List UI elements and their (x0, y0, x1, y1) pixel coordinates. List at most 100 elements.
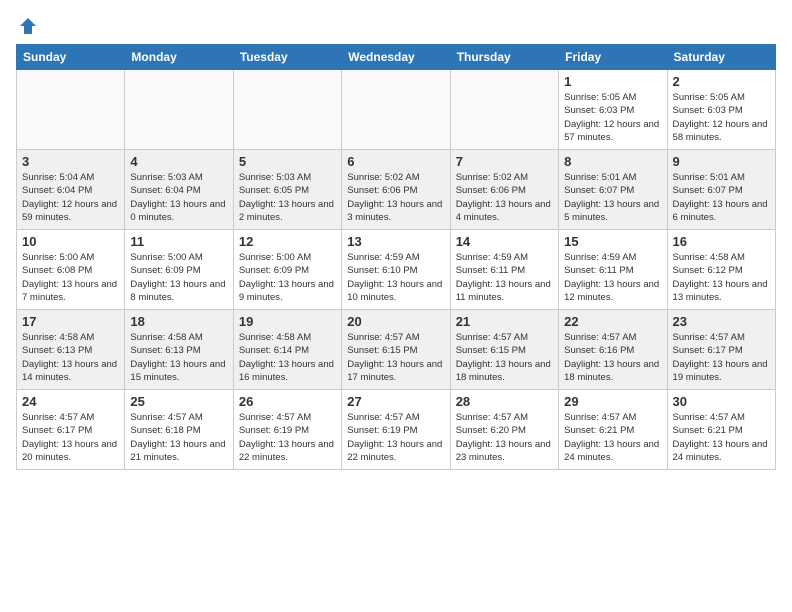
day-number: 19 (239, 314, 336, 329)
day-info: Sunrise: 4:57 AM Sunset: 6:21 PM Dayligh… (564, 411, 661, 464)
day-info: Sunrise: 4:57 AM Sunset: 6:18 PM Dayligh… (130, 411, 227, 464)
calendar-cell: 8 Sunrise: 5:01 AM Sunset: 6:07 PM Daylig… (559, 150, 667, 230)
day-info: Sunrise: 4:57 AM Sunset: 6:17 PM Dayligh… (22, 411, 119, 464)
calendar-cell: 23 Sunrise: 4:57 AM Sunset: 6:17 PM Dayli… (667, 310, 775, 390)
calendar-cell: 2Sunrise: 5:05 AM Sunset: 6:03 PM Daylig… (667, 70, 775, 150)
day-number: 21 (456, 314, 553, 329)
day-info: Sunrise: 5:04 AM Sunset: 6:04 PM Dayligh… (22, 171, 119, 224)
calendar-header-sunday: Sunday (17, 45, 125, 70)
day-info: Sunrise: 4:57 AM Sunset: 6:15 PM Dayligh… (456, 331, 553, 384)
day-number: 7 (456, 154, 553, 169)
day-info: Sunrise: 5:01 AM Sunset: 6:07 PM Dayligh… (564, 171, 661, 224)
day-info: Sunrise: 4:57 AM Sunset: 6:16 PM Dayligh… (564, 331, 661, 384)
day-number: 29 (564, 394, 661, 409)
calendar-cell: 3 Sunrise: 5:04 AM Sunset: 6:04 PM Daylig… (17, 150, 125, 230)
calendar-week-row: 24 Sunrise: 4:57 AM Sunset: 6:17 PM Dayli… (17, 390, 776, 470)
page-header (16, 16, 776, 36)
calendar-cell: 28 Sunrise: 4:57 AM Sunset: 6:20 PM Dayli… (450, 390, 558, 470)
day-info: Sunrise: 4:58 AM Sunset: 6:14 PM Dayligh… (239, 331, 336, 384)
day-info: Sunrise: 4:57 AM Sunset: 6:20 PM Dayligh… (456, 411, 553, 464)
calendar-week-row: 1 Sunrise: 5:05 AM Sunset: 6:03 PM Daylig… (17, 70, 776, 150)
calendar-cell: 5 Sunrise: 5:03 AM Sunset: 6:05 PM Daylig… (233, 150, 341, 230)
day-number: 24 (22, 394, 119, 409)
calendar-cell: 17Sunrise: 4:58 AM Sunset: 6:13 PM Dayli… (17, 310, 125, 390)
day-number: 30 (673, 394, 770, 409)
day-info: Sunrise: 5:05 AM Sunset: 6:03 PM Dayligh… (564, 91, 661, 144)
day-number: 20 (347, 314, 444, 329)
calendar-table: SundayMondayTuesdayWednesdayThursdayFrid… (16, 44, 776, 470)
calendar-cell: 4 Sunrise: 5:03 AM Sunset: 6:04 PM Daylig… (125, 150, 233, 230)
calendar-cell (233, 70, 341, 150)
day-number: 4 (130, 154, 227, 169)
calendar-cell: 20Sunrise: 4:57 AM Sunset: 6:15 PM Dayli… (342, 310, 450, 390)
day-info: Sunrise: 4:59 AM Sunset: 6:11 PM Dayligh… (564, 251, 661, 304)
calendar-cell: 27Sunrise: 4:57 AM Sunset: 6:19 PM Dayli… (342, 390, 450, 470)
calendar-cell (125, 70, 233, 150)
day-number: 13 (347, 234, 444, 249)
calendar-cell: 1 Sunrise: 5:05 AM Sunset: 6:03 PM Daylig… (559, 70, 667, 150)
day-info: Sunrise: 4:57 AM Sunset: 6:19 PM Dayligh… (239, 411, 336, 464)
day-info: Sunrise: 5:03 AM Sunset: 6:04 PM Dayligh… (130, 171, 227, 224)
calendar-header-saturday: Saturday (667, 45, 775, 70)
day-info: Sunrise: 4:57 AM Sunset: 6:19 PM Dayligh… (347, 411, 444, 464)
day-info: Sunrise: 5:00 AM Sunset: 6:08 PM Dayligh… (22, 251, 119, 304)
calendar-cell: 11Sunrise: 5:00 AM Sunset: 6:09 PM Dayli… (125, 230, 233, 310)
day-number: 15 (564, 234, 661, 249)
day-info: Sunrise: 5:02 AM Sunset: 6:06 PM Dayligh… (456, 171, 553, 224)
day-number: 9 (673, 154, 770, 169)
day-number: 8 (564, 154, 661, 169)
calendar-cell: 14 Sunrise: 4:59 AM Sunset: 6:11 PM Dayli… (450, 230, 558, 310)
day-number: 26 (239, 394, 336, 409)
calendar-cell: 6 Sunrise: 5:02 AM Sunset: 6:06 PM Daylig… (342, 150, 450, 230)
calendar-cell (450, 70, 558, 150)
calendar-cell: 12 Sunrise: 5:00 AM Sunset: 6:09 PM Dayli… (233, 230, 341, 310)
day-info: Sunrise: 5:03 AM Sunset: 6:05 PM Dayligh… (239, 171, 336, 224)
day-number: 1 (564, 74, 661, 89)
calendar-cell: 26 Sunrise: 4:57 AM Sunset: 6:19 PM Dayli… (233, 390, 341, 470)
day-number: 5 (239, 154, 336, 169)
day-info: Sunrise: 4:59 AM Sunset: 6:11 PM Dayligh… (456, 251, 553, 304)
calendar-header-wednesday: Wednesday (342, 45, 450, 70)
day-info: Sunrise: 4:57 AM Sunset: 6:17 PM Dayligh… (673, 331, 770, 384)
calendar-header-monday: Monday (125, 45, 233, 70)
calendar-cell (17, 70, 125, 150)
calendar-cell: 22 Sunrise: 4:57 AM Sunset: 6:16 PM Dayli… (559, 310, 667, 390)
calendar-cell: 29 Sunrise: 4:57 AM Sunset: 6:21 PM Dayli… (559, 390, 667, 470)
calendar-cell: 25Sunrise: 4:57 AM Sunset: 6:18 PM Dayli… (125, 390, 233, 470)
day-info: Sunrise: 4:58 AM Sunset: 6:12 PM Dayligh… (673, 251, 770, 304)
day-info: Sunrise: 4:58 AM Sunset: 6:13 PM Dayligh… (22, 331, 119, 384)
day-info: Sunrise: 4:57 AM Sunset: 6:21 PM Dayligh… (673, 411, 770, 464)
calendar-cell: 18 Sunrise: 4:58 AM Sunset: 6:13 PM Dayli… (125, 310, 233, 390)
day-number: 28 (456, 394, 553, 409)
day-number: 2 (673, 74, 770, 89)
day-number: 12 (239, 234, 336, 249)
calendar-cell: 7 Sunrise: 5:02 AM Sunset: 6:06 PM Daylig… (450, 150, 558, 230)
day-number: 22 (564, 314, 661, 329)
calendar-cell: 9 Sunrise: 5:01 AM Sunset: 6:07 PM Daylig… (667, 150, 775, 230)
calendar-cell: 24 Sunrise: 4:57 AM Sunset: 6:17 PM Dayli… (17, 390, 125, 470)
calendar-week-row: 10 Sunrise: 5:00 AM Sunset: 6:08 PM Dayli… (17, 230, 776, 310)
day-number: 23 (673, 314, 770, 329)
day-info: Sunrise: 4:59 AM Sunset: 6:10 PM Dayligh… (347, 251, 444, 304)
day-number: 18 (130, 314, 227, 329)
day-info: Sunrise: 4:58 AM Sunset: 6:13 PM Dayligh… (130, 331, 227, 384)
day-info: Sunrise: 5:02 AM Sunset: 6:06 PM Dayligh… (347, 171, 444, 224)
calendar-cell: 21 Sunrise: 4:57 AM Sunset: 6:15 PM Dayli… (450, 310, 558, 390)
calendar-cell: 30 Sunrise: 4:57 AM Sunset: 6:21 PM Dayli… (667, 390, 775, 470)
logo-icon (18, 16, 38, 36)
calendar-cell: 10 Sunrise: 5:00 AM Sunset: 6:08 PM Dayli… (17, 230, 125, 310)
day-number: 10 (22, 234, 119, 249)
day-info: Sunrise: 5:00 AM Sunset: 6:09 PM Dayligh… (239, 251, 336, 304)
calendar-cell: 13 Sunrise: 4:59 AM Sunset: 6:10 PM Dayli… (342, 230, 450, 310)
calendar-header-friday: Friday (559, 45, 667, 70)
calendar-cell: 16Sunrise: 4:58 AM Sunset: 6:12 PM Dayli… (667, 230, 775, 310)
day-info: Sunrise: 5:01 AM Sunset: 6:07 PM Dayligh… (673, 171, 770, 224)
calendar-header-thursday: Thursday (450, 45, 558, 70)
day-number: 6 (347, 154, 444, 169)
logo (16, 16, 38, 36)
calendar-week-row: 3 Sunrise: 5:04 AM Sunset: 6:04 PM Daylig… (17, 150, 776, 230)
day-info: Sunrise: 5:00 AM Sunset: 6:09 PM Dayligh… (130, 251, 227, 304)
day-number: 3 (22, 154, 119, 169)
day-number: 14 (456, 234, 553, 249)
calendar-header-row: SundayMondayTuesdayWednesdayThursdayFrid… (17, 45, 776, 70)
